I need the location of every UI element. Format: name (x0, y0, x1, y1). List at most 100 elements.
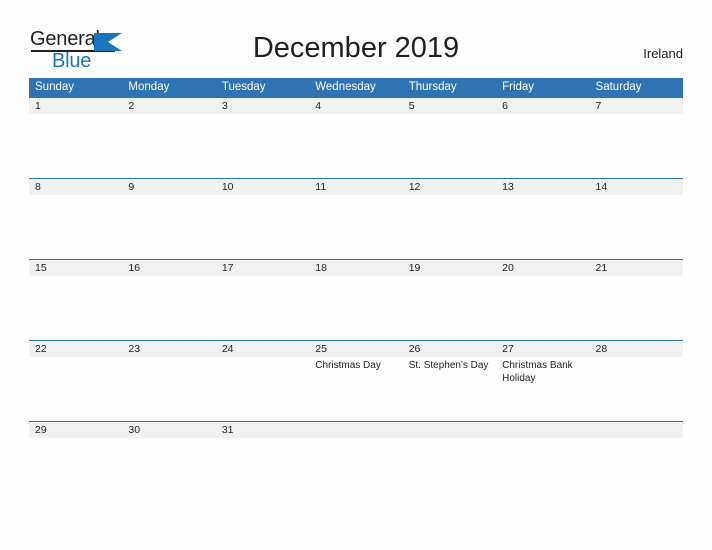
day-number: 17 (221, 262, 234, 274)
day-cell[interactable]: 27 Christmas Bank Holiday (496, 341, 589, 421)
day-cell[interactable]: 4 (309, 98, 402, 178)
day-cell[interactable]: 16 (122, 260, 215, 340)
weekday-tuesday: Tuesday (221, 81, 266, 93)
day-number: 6 (502, 100, 508, 112)
day-cell-empty (309, 422, 402, 502)
day-events: Christmas Bank Holiday (502, 360, 583, 385)
calendar-weeks: 1 2 3 4 5 6 7 8 9 10 11 12 13 14 15 16 17 18 19 20 21 22 23 24 2… (29, 97, 683, 502)
day-number: 18 (315, 262, 327, 274)
day-number: 19 (408, 262, 421, 274)
day-cell-empty (496, 422, 589, 502)
calendar-week-row: 22 23 24 25 Christmas Day 26 St. Stephen's Day… (29, 340, 683, 421)
day-number: 16 (128, 262, 141, 274)
day-cell[interactable]: 21 (590, 260, 683, 340)
day-number (502, 422, 583, 438)
day-number: 9 (128, 181, 135, 193)
weekday-wednesday: Wednesday (315, 81, 376, 93)
week-cells: 15 16 17 18 19 20 21 (29, 260, 683, 340)
day-cell[interactable]: 25 Christmas Day (309, 341, 402, 421)
page-header: General Blue December 2019 Ireland (0, 0, 712, 78)
day-events: St. Stephen's Day (409, 360, 490, 373)
day-number: 13 (502, 181, 514, 193)
day-number: 30 (128, 424, 141, 436)
holiday-label: Christmas Day (315, 360, 381, 371)
day-number (315, 422, 396, 438)
day-number (596, 422, 677, 438)
day-cell[interactable]: 28 (590, 341, 683, 421)
day-number: 4 (315, 100, 322, 112)
region-label: Ireland (643, 46, 683, 61)
day-number: 15 (35, 262, 47, 274)
day-cell[interactable]: 31 (216, 422, 309, 502)
weekday-sunday: Sunday (35, 81, 75, 93)
day-number: 14 (595, 181, 608, 193)
day-number: 31 (221, 424, 234, 436)
day-cell[interactable]: 19 (403, 260, 496, 340)
day-number: 20 (502, 262, 514, 274)
day-number: 27 (502, 343, 514, 355)
holiday-label: St. Stephen's Day (408, 360, 489, 371)
week-cells: 8 9 10 11 12 13 14 (29, 179, 683, 259)
day-cell[interactable]: 2 (122, 98, 215, 178)
day-number: 23 (128, 343, 141, 355)
day-number: 8 (35, 181, 41, 193)
day-number: 11 (315, 181, 327, 193)
day-cell[interactable]: 8 (29, 179, 122, 259)
day-cell[interactable]: 3 (216, 98, 309, 178)
day-number: 10 (221, 181, 234, 193)
weekday-monday: Monday (128, 81, 170, 93)
day-cell[interactable]: 6 (496, 98, 589, 178)
day-cell[interactable]: 1 (29, 98, 122, 178)
day-number: 2 (128, 100, 135, 112)
calendar-week-row: 15 16 17 18 19 20 21 (29, 259, 683, 340)
day-cell[interactable]: 22 (29, 341, 122, 421)
week-cells: 29 30 31 (29, 422, 683, 502)
calendar-week-row: 1 2 3 4 5 6 7 (29, 97, 683, 178)
day-cell[interactable]: 17 (216, 260, 309, 340)
day-number: 5 (408, 100, 415, 112)
calendar-page: General Blue December 2019 Ireland Sunda… (0, 0, 712, 550)
weekday-header-row: Sunday Monday Tuesday Wednesday Thursday… (29, 78, 683, 97)
day-cell[interactable]: 15 (29, 260, 122, 340)
day-events: Christmas Day (315, 360, 396, 373)
week-cells: 22 23 24 25 Christmas Day 26 St. Stephen's Day… (29, 341, 683, 421)
day-cell[interactable]: 26 St. Stephen's Day (403, 341, 496, 421)
day-number: 1 (35, 100, 41, 112)
day-cell[interactable]: 10 (216, 179, 309, 259)
day-cell-empty (590, 422, 683, 502)
day-number: 26 (408, 343, 421, 355)
day-cell[interactable]: 30 (122, 422, 215, 502)
day-cell[interactable]: 20 (496, 260, 589, 340)
day-number: 3 (221, 100, 228, 112)
day-cell-empty (403, 422, 496, 502)
day-cell[interactable]: 11 (309, 179, 402, 259)
day-number: 28 (595, 343, 608, 355)
day-number: 7 (595, 100, 602, 112)
day-cell[interactable]: 13 (496, 179, 589, 259)
day-cell[interactable]: 18 (309, 260, 402, 340)
day-number (409, 422, 490, 438)
day-cell[interactable]: 29 (29, 422, 122, 502)
day-number: 21 (595, 262, 608, 274)
day-cell[interactable]: 24 (216, 341, 309, 421)
week-cells: 1 2 3 4 5 6 7 (29, 98, 683, 178)
weekday-saturday: Saturday (595, 81, 642, 93)
calendar-week-row: 29 30 31 (29, 421, 683, 502)
day-number: 25 (315, 343, 327, 355)
calendar-week-row: 8 9 10 11 12 13 14 (29, 178, 683, 259)
day-cell[interactable]: 23 (122, 341, 215, 421)
day-number: 29 (35, 424, 47, 436)
day-number: 22 (35, 343, 47, 355)
day-cell[interactable]: 14 (590, 179, 683, 259)
day-cell[interactable]: 12 (403, 179, 496, 259)
calendar-grid: Sunday Monday Tuesday Wednesday Thursday… (29, 78, 683, 502)
day-cell[interactable]: 5 (403, 98, 496, 178)
day-cell[interactable]: 9 (122, 179, 215, 259)
page-title: December 2019 (252, 32, 460, 64)
weekday-friday: Friday (502, 81, 535, 93)
weekday-thursday: Thursday (408, 81, 457, 93)
holiday-label: Christmas Bank Holiday (502, 360, 573, 384)
day-number: 24 (221, 343, 234, 355)
day-cell[interactable]: 7 (590, 98, 683, 178)
day-number: 12 (408, 181, 421, 193)
